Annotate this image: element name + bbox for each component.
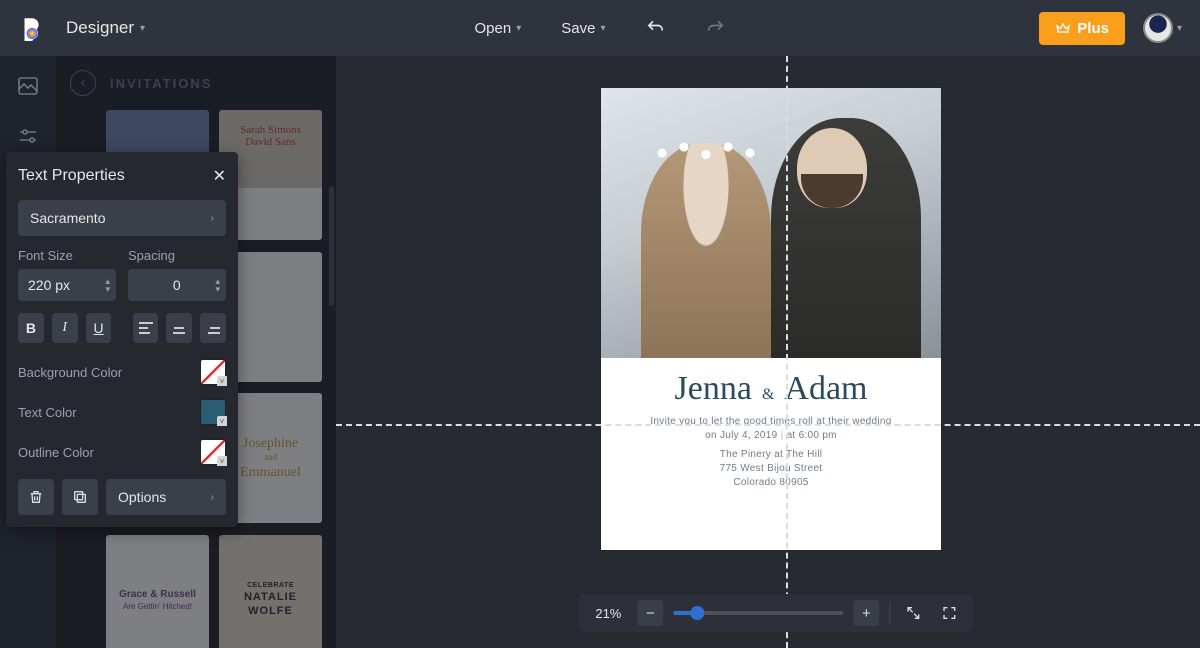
close-panel-button[interactable]: ✕	[213, 166, 226, 186]
avatar	[1143, 13, 1173, 43]
arrow-left-icon	[77, 77, 89, 89]
open-menu[interactable]: Open ▾	[475, 20, 522, 37]
template-card[interactable]: CELEBRATE NATALIE WOLFE	[219, 535, 322, 648]
groom-name: Adam	[784, 372, 867, 406]
fit-screen-button[interactable]	[900, 600, 926, 626]
chevron-down-icon: ▾	[1177, 23, 1182, 34]
vertical-guide	[786, 56, 788, 648]
delete-button[interactable]	[18, 479, 54, 515]
plus-label: Plus	[1077, 20, 1109, 37]
spacing-stepper[interactable]: 0 ▴▾	[128, 269, 226, 301]
app-header: Designer ▾ Open ▾ Save ▾ Plus ▾	[0, 0, 1200, 56]
bg-color-swatch[interactable]: ˅	[200, 359, 226, 385]
street-line: 775 West Bijou Street	[621, 463, 921, 474]
copy-icon	[72, 489, 88, 505]
account-menu[interactable]: ▾	[1143, 13, 1182, 43]
template-text: NATALIE	[244, 591, 297, 603]
align-center-button[interactable]	[166, 313, 192, 343]
city-line: Colorado 80905	[621, 477, 921, 488]
designer-label: Designer	[66, 18, 134, 38]
align-right-button[interactable]	[200, 313, 226, 343]
template-text: Josephine	[243, 436, 298, 451]
bg-color-label: Background Color	[18, 365, 122, 380]
zoom-value[interactable]: 21%	[589, 606, 627, 621]
expand-icon	[905, 605, 921, 621]
save-menu[interactable]: Save ▾	[561, 20, 605, 37]
divider	[889, 602, 890, 624]
designer-dropdown[interactable]: Designer ▾	[66, 18, 145, 38]
header-center: Open ▾ Save ▾	[475, 18, 726, 38]
font-size-value: 220 px	[28, 277, 70, 293]
zoom-toolbar: 21% − +	[579, 594, 972, 632]
image-tool-icon[interactable]	[16, 74, 40, 98]
options-label: Options	[118, 489, 166, 505]
header-right: Plus ▾	[1039, 12, 1182, 45]
align-left-button[interactable]	[133, 313, 159, 343]
text-color-label: Text Color	[18, 405, 77, 420]
ampersand: &	[762, 387, 774, 403]
template-text: Emmanuel	[240, 465, 301, 480]
chevron-down-icon: ▾	[140, 23, 145, 34]
spacing-label: Spacing	[128, 248, 226, 263]
fullscreen-button[interactable]	[936, 600, 962, 626]
document-page[interactable]: Jenna & Adam Invite you to let the good …	[601, 88, 941, 550]
zoom-out-button[interactable]: −	[637, 600, 663, 626]
templates-title: INVITATIONS	[110, 76, 212, 91]
canvas[interactable]: Jenna & Adam Invite you to let the good …	[336, 56, 1200, 648]
chevron-down-icon: ▾	[600, 23, 605, 34]
underline-button[interactable]: U	[86, 313, 112, 343]
template-text: David Sans	[240, 136, 301, 148]
document-photo	[601, 88, 941, 358]
stepper-arrows[interactable]: ▴▾	[105, 277, 110, 293]
chevron-right-icon: ›	[211, 213, 214, 224]
template-text: Sarah Simons	[240, 124, 301, 136]
templates-back-button[interactable]	[70, 70, 96, 96]
chevron-right-icon: ›	[211, 492, 214, 503]
templates-scrollbar[interactable]	[329, 186, 334, 306]
font-size-stepper[interactable]: 220 px ▴▾	[18, 269, 116, 301]
document-names[interactable]: Jenna & Adam	[621, 372, 921, 406]
zoom-slider-thumb[interactable]	[690, 606, 704, 620]
template-card[interactable]: Grace & Russell Are Gettin' Hitched!	[106, 535, 209, 648]
outline-color-label: Outline Color	[18, 445, 94, 460]
duplicate-button[interactable]	[62, 479, 98, 515]
chevron-down-icon: ▾	[516, 23, 521, 34]
upgrade-plus-button[interactable]: Plus	[1039, 12, 1125, 45]
zoom-in-button[interactable]: +	[853, 600, 879, 626]
bride-name: Jenna	[675, 372, 752, 406]
bold-button[interactable]: B	[18, 313, 44, 343]
outline-color-swatch[interactable]: ˅	[200, 439, 226, 465]
template-text: CELEBRATE	[247, 582, 294, 589]
template-text: Are Gettin' Hitched!	[123, 602, 192, 611]
italic-button[interactable]: I	[52, 313, 78, 343]
crown-icon	[1055, 20, 1071, 36]
adjust-tool-icon[interactable]	[16, 124, 40, 148]
stepper-arrows[interactable]: ▴▾	[215, 277, 220, 293]
template-text: WOLFE	[248, 605, 293, 617]
trash-icon	[28, 489, 44, 505]
open-label: Open	[475, 20, 512, 37]
font-name: Sacramento	[30, 210, 105, 226]
redo-button[interactable]	[705, 18, 725, 38]
undo-button[interactable]	[645, 18, 665, 38]
text-properties-panel: Text Properties ✕ Sacramento › Font Size…	[6, 152, 238, 527]
spacing-value: 0	[173, 277, 181, 293]
text-color-swatch[interactable]: ˅	[200, 399, 226, 425]
horizontal-guide	[336, 424, 1200, 426]
fullscreen-icon	[941, 605, 957, 621]
font-size-label: Font Size	[18, 248, 116, 263]
date-time-line: on July 4, 2019at 6:00 pm	[621, 430, 921, 441]
zoom-slider[interactable]	[673, 611, 843, 615]
panel-title: Text Properties	[18, 167, 125, 185]
app-logo[interactable]	[18, 15, 44, 41]
font-family-select[interactable]: Sacramento ›	[18, 200, 226, 236]
venue-line: The Pinery at The Hill	[621, 449, 921, 460]
options-button[interactable]: Options ›	[106, 479, 226, 515]
save-label: Save	[561, 20, 595, 37]
template-text: Grace & Russell	[119, 589, 196, 600]
